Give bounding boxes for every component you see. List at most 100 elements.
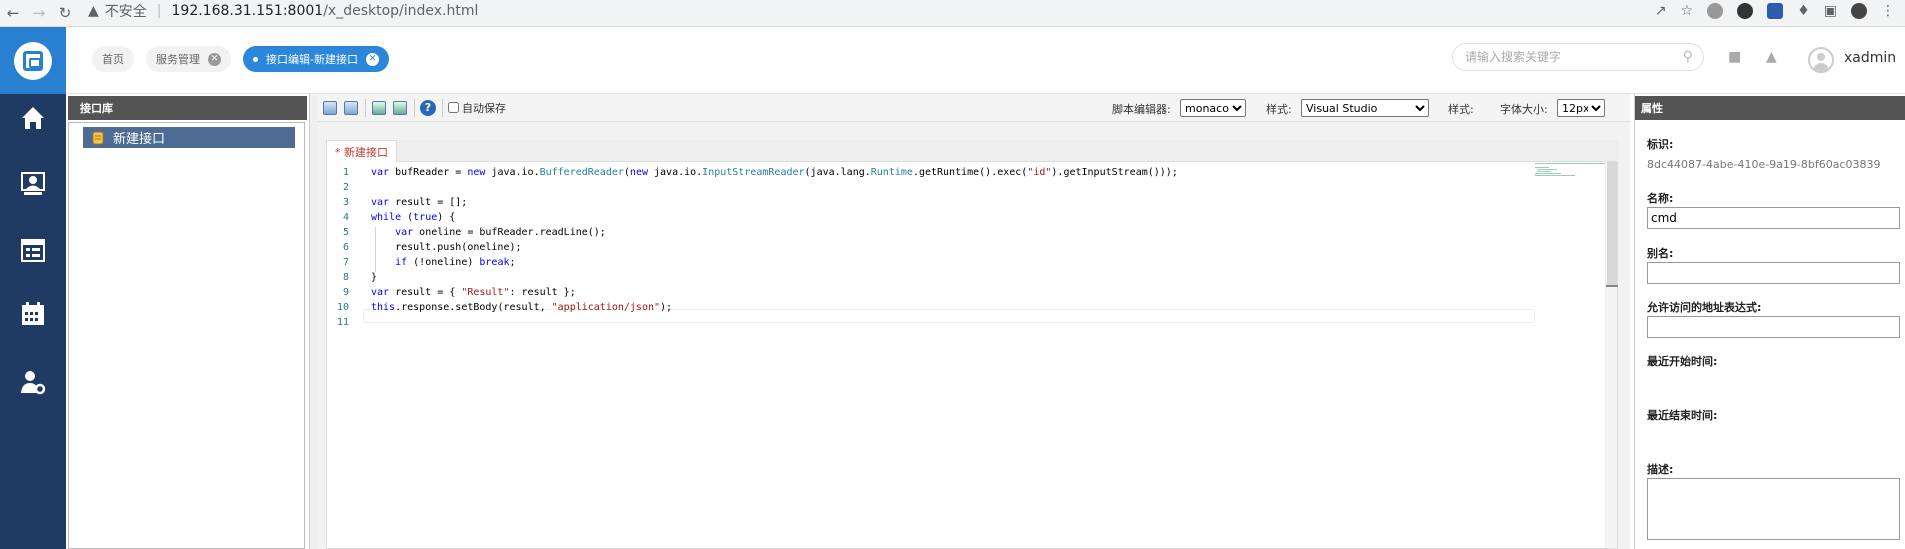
calendar-icon[interactable]: [0, 294, 66, 334]
library-item-new-interface[interactable]: 新建接口: [83, 127, 295, 148]
line-number: 9: [342, 287, 349, 298]
avatar[interactable]: [1808, 47, 1834, 73]
description-label: 描述:: [1647, 463, 1674, 476]
code-line[interactable]: var result = { "Result": result };: [371, 287, 576, 298]
style-select[interactable]: Visual Studio: [1301, 99, 1429, 117]
puzzle-icon[interactable]: ♦: [1797, 3, 1810, 19]
tab-home[interactable]: 首页: [92, 46, 134, 72]
style-label-2: 样式:: [1448, 103, 1474, 116]
address-expression-field[interactable]: [1647, 316, 1900, 338]
line-number: 11: [336, 317, 349, 328]
code-line[interactable]: result.push(oneline);: [371, 242, 521, 253]
tab-label: 接口编辑-新建接口: [266, 53, 358, 66]
minimap-line: [1537, 171, 1551, 172]
scrollbar-marker: [1606, 285, 1618, 287]
tab-service-management[interactable]: 服务管理 ✕: [146, 46, 231, 72]
search-icon[interactable]: ⚲: [1683, 49, 1693, 65]
forward-icon[interactable]: →: [26, 0, 52, 26]
library-item-label: 新建接口: [113, 132, 166, 147]
tab-label: 服务管理: [156, 53, 200, 66]
line-number: 3: [342, 197, 349, 208]
scrollbar-thumb[interactable]: [1607, 162, 1617, 285]
toolbar-divider: [442, 98, 443, 117]
tab-interface-edit[interactable]: 接口编辑-新建接口 ✕: [243, 46, 389, 72]
code-line[interactable]: while (true) {: [371, 212, 455, 223]
alias-field[interactable]: [1647, 262, 1900, 284]
toolbar-divider: [414, 98, 415, 117]
script-editor-label: 脚本编辑器:: [1112, 103, 1171, 116]
code-line[interactable]: this.response.setBody(result, "applicati…: [371, 302, 672, 313]
autosave-label: 自动保存: [462, 101, 506, 115]
bookmark-star-icon[interactable]: ☆: [1681, 3, 1694, 19]
app-header: 首页 服务管理 ✕ 接口编辑-新建接口 ✕ ⚲ ■ ▲ xadmin: [0, 27, 1905, 94]
app-logo[interactable]: [0, 27, 66, 94]
code-editor[interactable]: 1 2 3 4 5 6 7 8 9 10 11 var bufReader = …: [326, 162, 1618, 549]
back-icon[interactable]: ←: [0, 0, 26, 26]
style-label: 样式:: [1266, 103, 1292, 116]
help-icon[interactable]: ?: [418, 98, 438, 118]
address-expression-label: 允许访问的地址表达式:: [1647, 301, 1762, 314]
message-icon[interactable]: ■: [1728, 49, 1741, 65]
url-path: /x_desktop/index.html: [323, 3, 479, 19]
calendar-list-icon[interactable]: [0, 230, 66, 270]
browser-actions: ↗ ☆ ♦ ▣ ⋮: [1655, 0, 1895, 22]
description-field[interactable]: [1647, 478, 1900, 540]
autosave-checkbox[interactable]: [448, 102, 459, 113]
format-icon[interactable]: [369, 98, 389, 118]
alias-label: 别名:: [1647, 247, 1674, 260]
line-number: 7: [342, 257, 349, 268]
minimap[interactable]: [1535, 162, 1611, 176]
close-icon[interactable]: ✕: [365, 52, 379, 66]
user-board-icon[interactable]: [0, 164, 66, 204]
profile-icon[interactable]: [1851, 3, 1867, 19]
menu-icon[interactable]: ⋮: [1881, 3, 1895, 19]
id-label: 标识:: [1647, 138, 1674, 151]
editor-scrollbar[interactable]: [1605, 162, 1618, 548]
file-tab[interactable]: * 新建接口: [326, 140, 397, 162]
sidepanel-icon[interactable]: ▣: [1824, 3, 1837, 19]
save-as-icon[interactable]: [341, 98, 361, 118]
code-line[interactable]: var oneline = bufReader.readLine();: [371, 227, 606, 238]
last-start-time-label: 最近开始时间:: [1647, 355, 1718, 368]
reload-icon[interactable]: ↻: [52, 0, 78, 26]
code-line[interactable]: }: [371, 272, 377, 283]
name-field[interactable]: [1647, 207, 1900, 229]
line-number: 5: [342, 227, 349, 238]
script-editor-select[interactable]: monaco: [1180, 99, 1246, 117]
properties-title: 属性: [1635, 96, 1905, 120]
line-number: 8: [342, 272, 349, 283]
code-line[interactable]: if (!oneline) break;: [371, 257, 515, 268]
extension-icon[interactable]: [1737, 3, 1754, 19]
last-end-time-label: 最近结束时间:: [1647, 409, 1718, 422]
home-icon[interactable]: [0, 98, 66, 138]
extension-icon[interactable]: [1707, 3, 1724, 19]
editor-area: ? 自动保存 脚本编辑器: monaco 样式: Visual Studio 样…: [318, 94, 1630, 549]
minimap-line: [1537, 169, 1557, 170]
username[interactable]: xadmin: [1844, 50, 1896, 66]
left-nav: [0, 94, 66, 549]
toolbar-divider: [365, 98, 366, 117]
autosave-toggle[interactable]: 自动保存: [448, 100, 506, 116]
save-icon[interactable]: [320, 98, 340, 118]
logo-icon: [14, 41, 52, 80]
library-title: 接口库: [68, 96, 307, 120]
search-input[interactable]: [1465, 50, 1665, 64]
minimap-line: [1535, 163, 1607, 164]
close-icon[interactable]: ✕: [208, 52, 221, 66]
interface-library-panel: 接口库 新建接口: [66, 94, 310, 549]
font-size-select[interactable]: 12px: [1557, 99, 1605, 117]
search-box[interactable]: ⚲: [1452, 43, 1704, 71]
share-icon[interactable]: ↗: [1655, 3, 1667, 19]
browser-toolbar: ← → ↻ ▲ 不安全 | 192.168.31.151:8001 /x_des…: [0, 0, 1905, 27]
user-settings-icon[interactable]: [0, 362, 66, 402]
code-line[interactable]: var result = [];: [371, 197, 467, 208]
tab-label: 首页: [102, 53, 124, 66]
extension-icon[interactable]: [1767, 3, 1784, 19]
code-line[interactable]: var bufReader = new java.io.BufferedRead…: [371, 167, 1178, 178]
panel-divider[interactable]: [310, 94, 318, 549]
skin-icon[interactable]: ▲: [1766, 49, 1777, 65]
validate-icon[interactable]: [390, 98, 410, 118]
address-bar[interactable]: ▲ 不安全 | 192.168.31.151:8001 /x_desktop/i…: [88, 0, 478, 22]
minimap-line: [1535, 167, 1549, 168]
minimap-line: [1535, 173, 1561, 174]
